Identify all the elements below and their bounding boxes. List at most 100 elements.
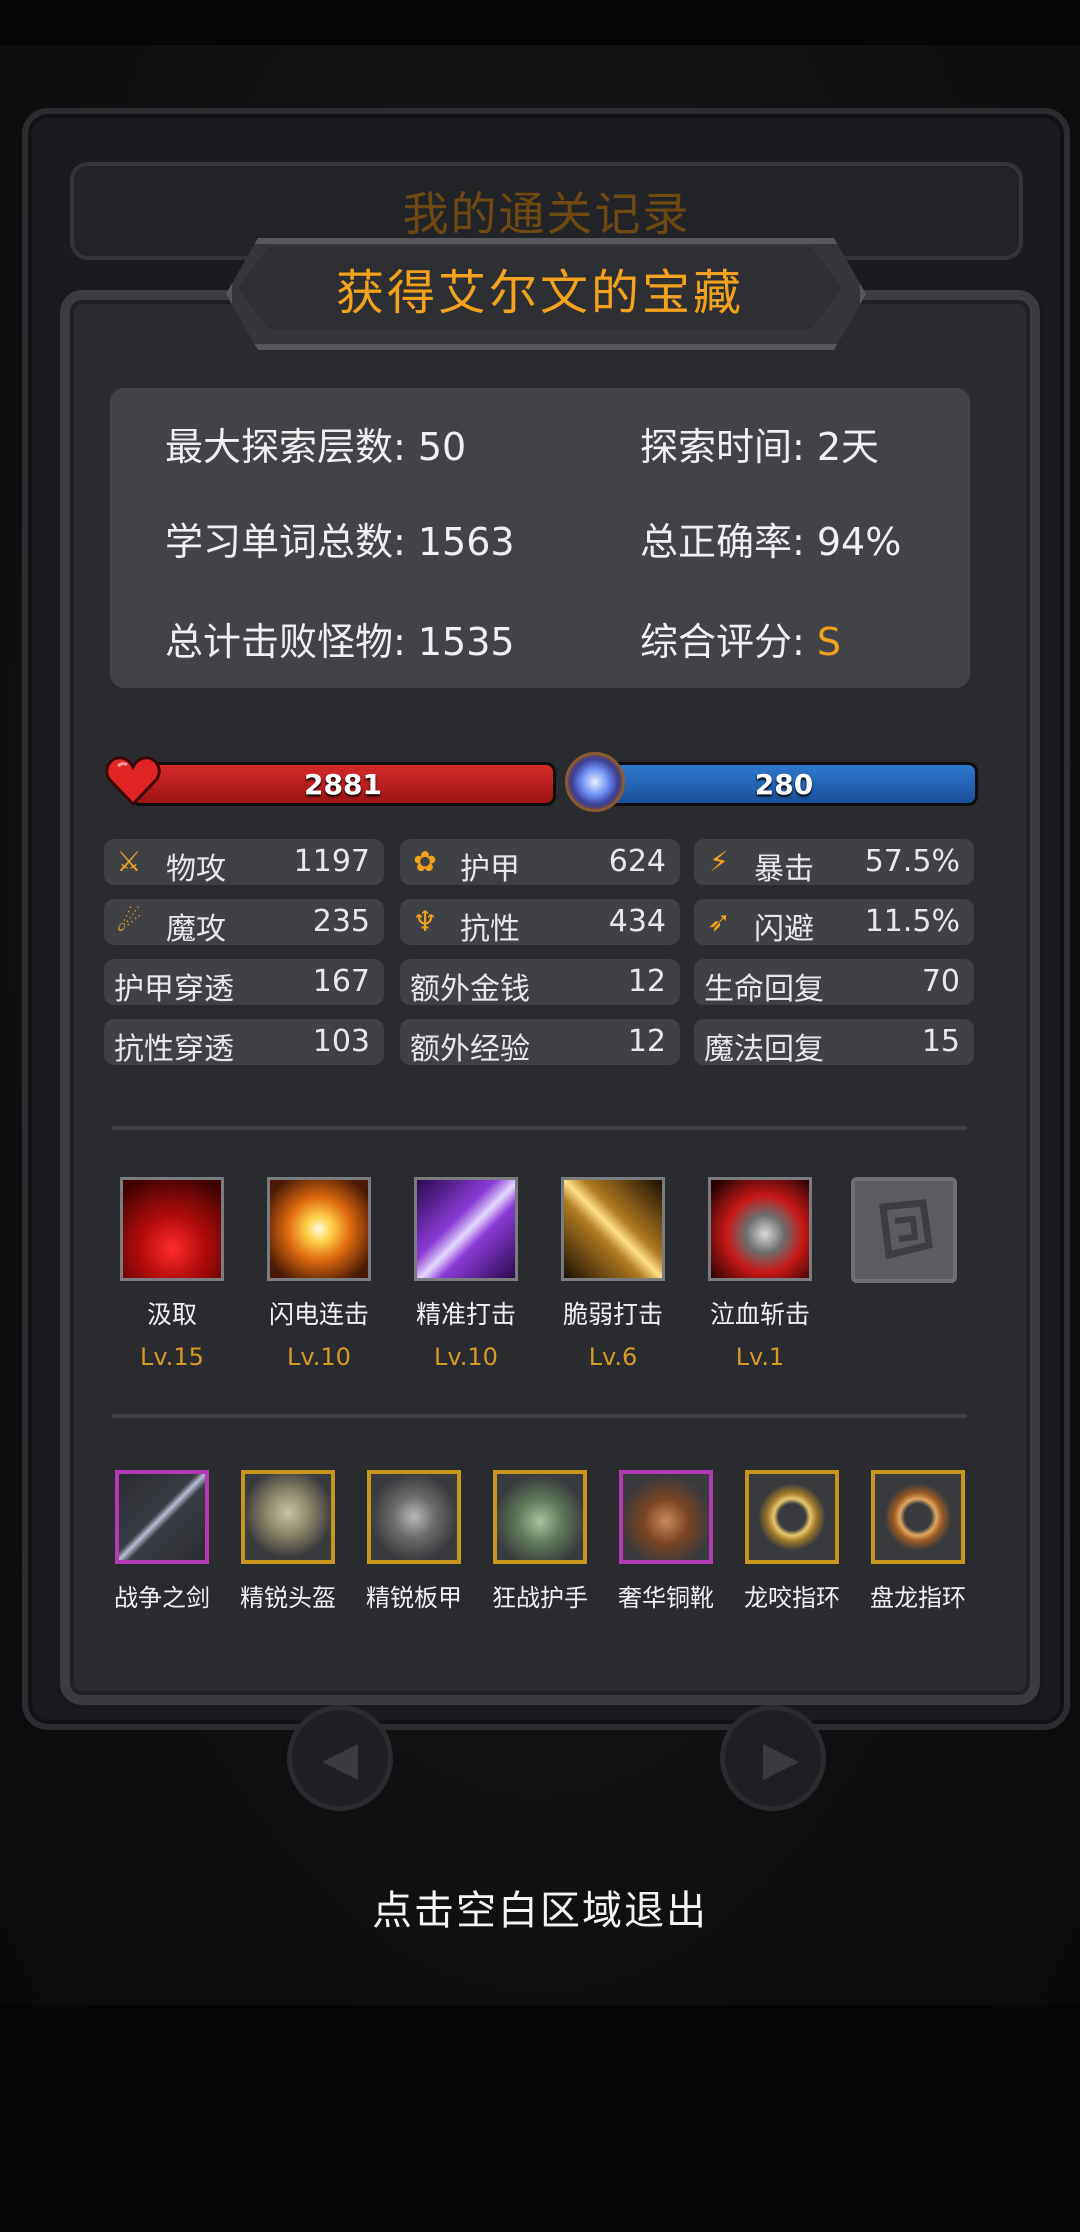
equipment-slot[interactable]: 狂战护手	[480, 1470, 600, 1613]
skill-slot[interactable]: 汲取 Lv.15	[112, 1177, 232, 1371]
skill-level: Lv.1	[735, 1343, 785, 1371]
heart-icon	[105, 756, 161, 807]
stat-label: 生命回复	[704, 972, 824, 1007]
equipment-name: 龙咬指环	[744, 1584, 840, 1612]
stat-value: 167	[312, 964, 370, 999]
grade-value: S	[816, 620, 842, 664]
stat-value: 1197	[293, 844, 370, 879]
skill-name: 闪电连击	[268, 1300, 369, 1329]
exit-hint[interactable]: 点击空白区域退出	[0, 1878, 1080, 1936]
stat-value: 12	[627, 1024, 666, 1059]
max-floor: 最大探索层数: 50	[165, 425, 467, 469]
summary-box: 最大探索层数: 50 探索时间: 2天 学习单词总数: 1563 总正确率: 9…	[110, 388, 970, 688]
equipment-slot[interactable]: 盘龙指环	[858, 1470, 978, 1613]
lightning-strike-icon	[267, 1177, 371, 1281]
skill-slot[interactable]: 泣血斩击 Lv.1	[700, 1177, 820, 1371]
drain-skill-icon	[120, 1177, 224, 1281]
elite-helmet-icon	[241, 1470, 335, 1564]
stat-value: 70	[921, 964, 960, 999]
hp-value: 2881	[304, 767, 382, 801]
equipment-slot[interactable]: 龙咬指环	[732, 1470, 852, 1613]
skill-level: Lv.10	[434, 1343, 498, 1371]
grade-label: 综合评分:	[640, 620, 817, 664]
explore-time: 探索时间: 2天	[640, 425, 880, 469]
stat-label: 额外经验	[410, 1032, 530, 1067]
skill-name: 精准打击	[415, 1300, 516, 1329]
skill-name: 泣血斩击	[709, 1300, 810, 1329]
stat-resist-pen: 抗性穿透 103	[104, 1019, 384, 1067]
stat-value: 57.5%	[864, 844, 960, 879]
stat-value: 103	[312, 1024, 370, 1059]
accuracy: 总正确率: 94%	[640, 520, 902, 564]
arrow-right-icon	[763, 1744, 799, 1780]
stat-physical-attack: ⚔ 物攻 1197	[104, 839, 384, 887]
stat-label: 闪避	[754, 912, 814, 947]
stat-label: 暴击	[754, 852, 814, 887]
record-title: 我的通关记录	[402, 187, 691, 241]
stat-label: 额外金钱	[410, 972, 530, 1007]
stat-critical: ⚡ 暴击 57.5%	[694, 839, 974, 887]
equipment-name: 精锐头盔	[240, 1584, 336, 1612]
locked-rune-icon	[879, 1199, 933, 1260]
total-kills: 总计击败怪物: 1535	[165, 620, 515, 664]
stat-label: 护甲	[460, 852, 520, 887]
elite-plate-armor-icon	[367, 1470, 461, 1564]
bleeding-slash-icon	[708, 1177, 812, 1281]
mp-bar: 280	[590, 762, 978, 806]
equipment-slot[interactable]: 奢华铜靴	[606, 1470, 726, 1613]
stat-value: 15	[921, 1024, 960, 1059]
sword-icon: ⚔	[116, 845, 142, 878]
stat-label: 魔法回复	[704, 1032, 824, 1067]
equipment-name: 盘龙指环	[870, 1584, 966, 1612]
next-page-button[interactable]	[720, 1705, 826, 1811]
lightning-icon: ⚡	[709, 845, 729, 878]
dragon-bite-ring-icon	[745, 1470, 839, 1564]
equipment-name: 战争之剑	[114, 1584, 210, 1612]
mana-orb-icon	[565, 752, 625, 812]
hp-bar: 2881	[130, 762, 556, 806]
stat-value: 434	[608, 904, 666, 939]
fragile-strike-icon	[561, 1177, 665, 1281]
divider	[112, 1126, 967, 1130]
equipment-name: 狂战护手	[492, 1584, 588, 1612]
stat-value: 12	[627, 964, 666, 999]
equipment-slot[interactable]: 战争之剑	[102, 1470, 222, 1613]
luxury-bronze-boots-icon	[619, 1470, 713, 1564]
skill-level: Lv.15	[140, 1343, 204, 1371]
panel-title: 获得艾尔文的宝藏	[335, 265, 744, 321]
stat-value: 235	[312, 904, 370, 939]
stat-dodge: ➶ 闪避 11.5%	[694, 899, 974, 947]
stat-hp-regen: 生命回复 70	[694, 959, 974, 1007]
equipment-slot[interactable]: 精锐头盔	[228, 1470, 348, 1613]
skill-name: 脆弱打击	[562, 1300, 663, 1329]
precise-strike-icon	[414, 1177, 518, 1281]
title-banner: 获得艾尔文的宝藏	[238, 247, 842, 329]
resist-icon: ♆	[412, 905, 438, 938]
skill-name: 汲取	[146, 1300, 197, 1329]
empty-skill-slot[interactable]	[851, 1177, 957, 1283]
stat-label: 抗性	[460, 912, 520, 947]
skill-slot[interactable]: 脆弱打击 Lv.6	[553, 1177, 673, 1371]
stat-label: 物攻	[166, 852, 226, 887]
prev-page-button[interactable]	[287, 1705, 393, 1811]
stat-value: 11.5%	[864, 904, 960, 939]
stat-extra-gold: 额外金钱 12	[400, 959, 680, 1007]
divider	[112, 1414, 967, 1418]
skill-level: Lv.6	[588, 1343, 638, 1371]
magic-icon: ☄	[116, 905, 142, 938]
equipment-name: 奢华铜靴	[618, 1584, 714, 1612]
skill-slot[interactable]: 精准打击 Lv.10	[406, 1177, 526, 1371]
mp-value: 280	[754, 767, 814, 801]
paw-icon: ✿	[413, 845, 437, 878]
skill-slot[interactable]: 闪电连击 Lv.10	[259, 1177, 379, 1371]
overall-grade: 综合评分: S	[640, 611, 841, 666]
stat-mp-regen: 魔法回复 15	[694, 1019, 974, 1067]
stat-resistance: ♆ 抗性 434	[400, 899, 680, 947]
stat-armor-pen: 护甲穿透 167	[104, 959, 384, 1007]
total-words: 学习单词总数: 1563	[165, 520, 515, 564]
war-sword-icon	[115, 1470, 209, 1564]
coiled-dragon-ring-icon	[871, 1470, 965, 1564]
stat-label: 护甲穿透	[114, 972, 234, 1007]
equipment-slot[interactable]: 精锐板甲	[354, 1470, 474, 1613]
stat-extra-exp: 额外经验 12	[400, 1019, 680, 1067]
